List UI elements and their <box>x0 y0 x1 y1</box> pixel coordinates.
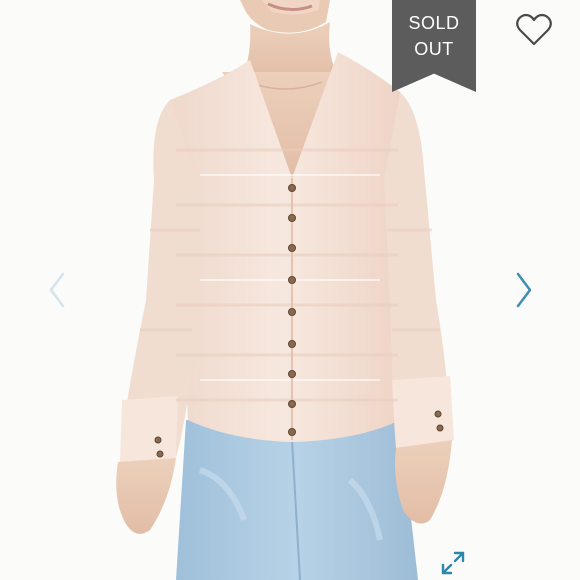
product-photo <box>0 0 580 580</box>
like-button[interactable] <box>514 10 554 50</box>
out-label: OUT <box>414 39 454 59</box>
next-image-button[interactable] <box>512 270 536 310</box>
chevron-left-icon <box>49 272 65 308</box>
listing-image-viewer: SOLD OUT <box>0 0 580 580</box>
heart-outline-icon <box>516 13 552 46</box>
chevron-right-icon <box>516 272 532 308</box>
sold-label: SOLD <box>408 13 460 33</box>
previous-image-button[interactable] <box>45 270 69 310</box>
expand-diagonal-icon <box>441 551 465 575</box>
expand-image-button[interactable] <box>440 550 466 576</box>
